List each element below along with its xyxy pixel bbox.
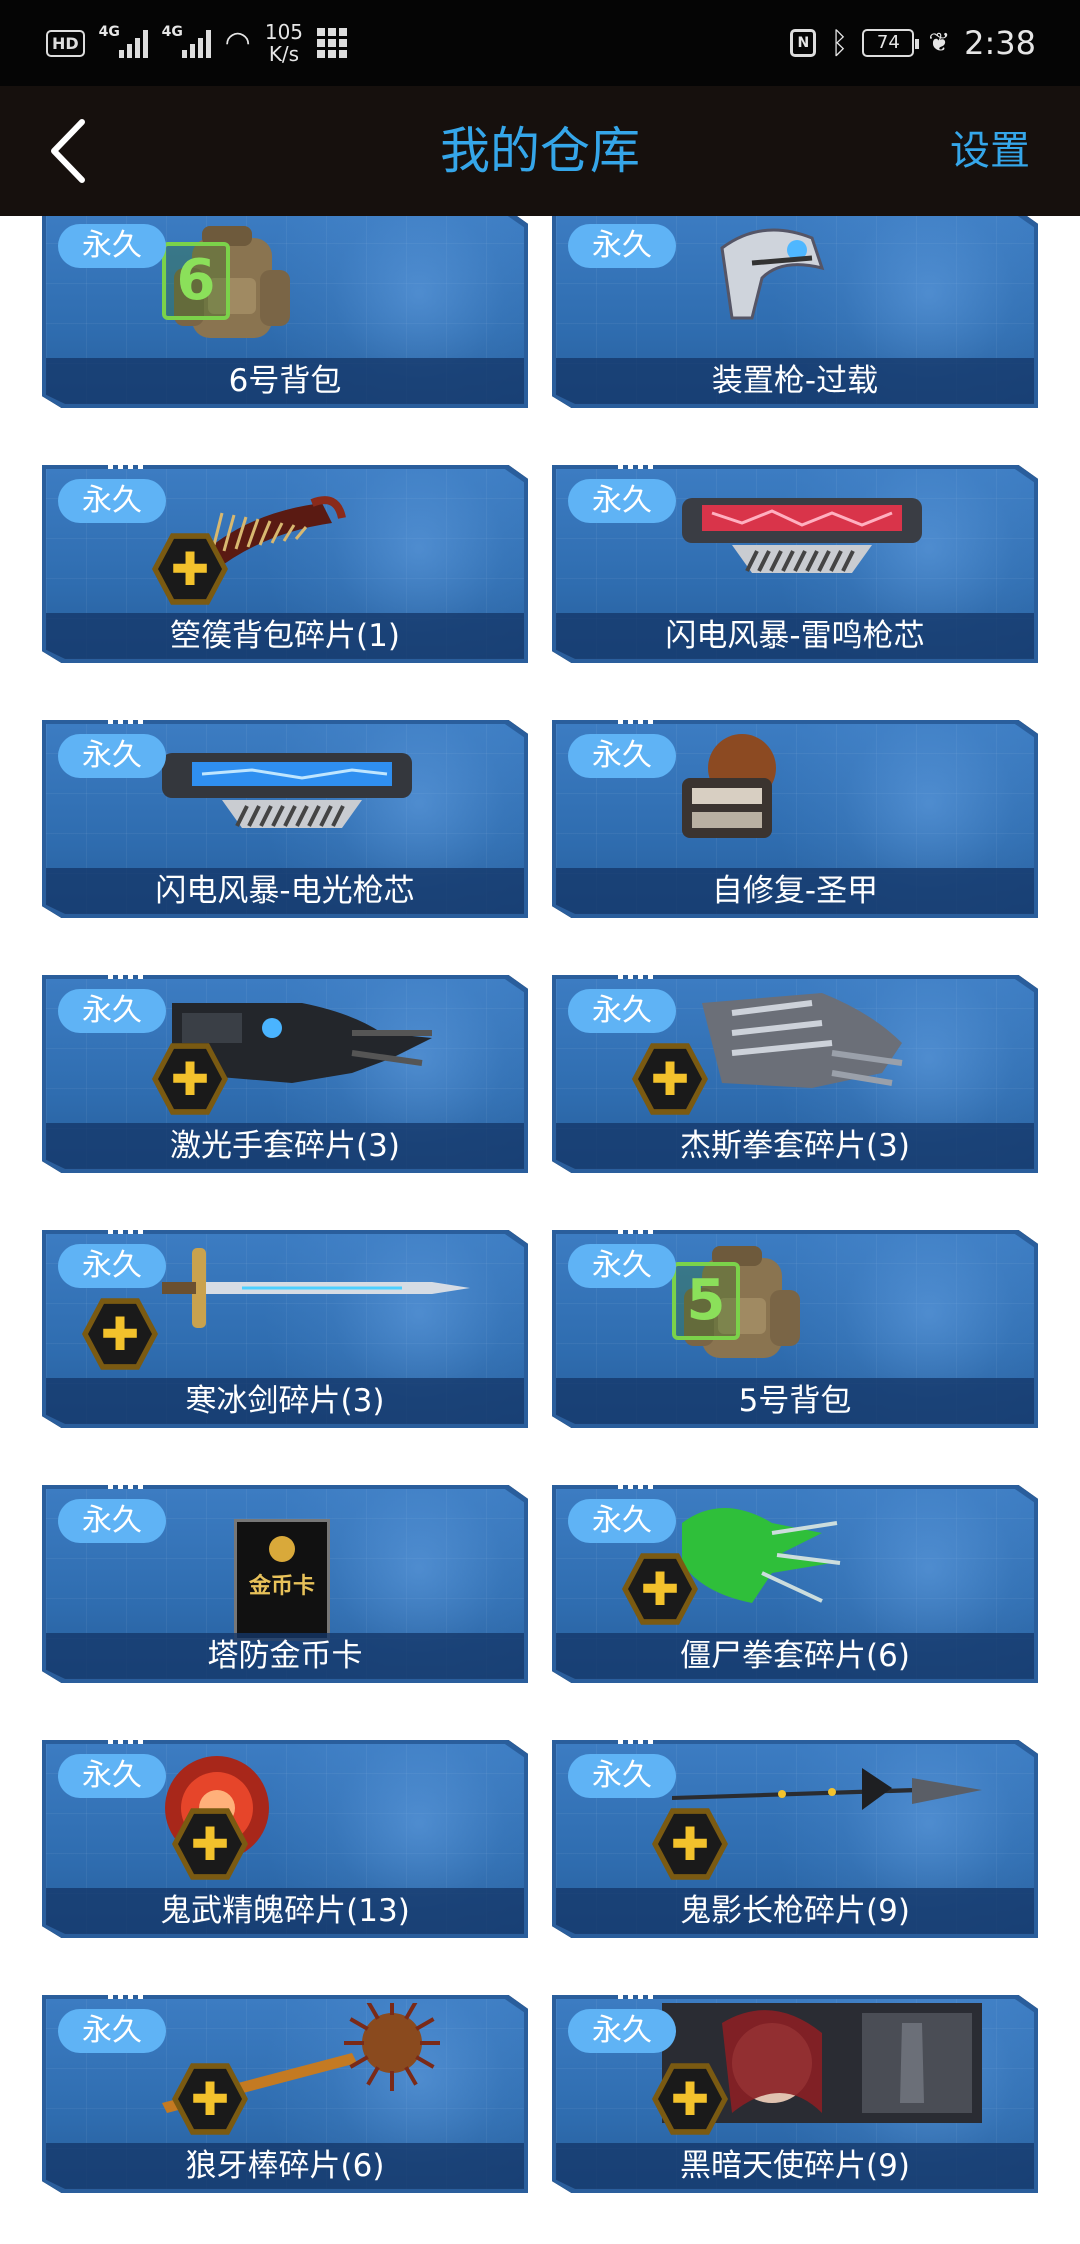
warehouse-item-grid: 6永久6号背包永久装置枪-过载永久箜篌背包碎片(1)永久闪电风暴-雷鸣枪芯永久闪… <box>0 216 1080 2244</box>
item-name: 5号背包 <box>556 1378 1034 1424</box>
gun-core-red-image <box>662 473 942 587</box>
permanent-badge: 永久 <box>568 479 676 523</box>
item-name: 杰斯拳套碎片(3) <box>556 1123 1034 1169</box>
apps-icon <box>317 28 348 58</box>
item-name: 寒冰剑碎片(3) <box>46 1378 524 1424</box>
signal-icon: 4G <box>162 24 211 58</box>
nfc-icon: N <box>790 29 817 57</box>
hd-icon: HD <box>46 29 85 57</box>
item-card[interactable]: 永久鬼武精魄碎片(13) <box>42 1728 528 1938</box>
card-tick-marks <box>108 1473 143 1489</box>
network-type-label: 4G <box>161 24 183 40</box>
settings-button[interactable]: 设置 <box>950 86 1030 216</box>
card-tick-marks <box>618 1473 653 1489</box>
item-card[interactable]: 永久杰斯拳套碎片(3) <box>552 963 1038 1173</box>
permanent-badge: 永久 <box>568 989 676 1033</box>
card-tick-marks <box>108 708 143 724</box>
network-speed: 105 K/s <box>265 21 303 65</box>
item-name: 自修复-圣甲 <box>556 868 1034 914</box>
item-name: 激光手套碎片(3) <box>46 1123 524 1169</box>
item-card[interactable]: 永久寒冰剑碎片(3) <box>42 1218 528 1428</box>
network-type-label: 4G <box>98 24 120 40</box>
page-title: 我的仓库 <box>440 122 640 180</box>
card-tick-marks <box>108 1728 143 1744</box>
item-card[interactable]: 永久鬼影长枪碎片(9) <box>552 1728 1038 1938</box>
app-header: 我的仓库 设置 <box>0 86 1080 216</box>
card-tick-marks <box>618 1218 653 1234</box>
card-tick-marks <box>108 1218 143 1234</box>
armor-image <box>662 728 802 852</box>
permanent-badge: 永久 <box>568 1244 676 1288</box>
permanent-badge: 永久 <box>568 2009 676 2053</box>
item-card[interactable]: 6 永久 6号背包 <box>42 216 528 408</box>
item-name: 僵尸拳套碎片(6) <box>556 1633 1034 1679</box>
status-left: HD 4G 4G ◠ 105 K/s <box>46 18 348 68</box>
item-card[interactable]: 永久闪电风暴-电光枪芯 <box>42 708 528 918</box>
status-right: N ᛒ 74 ❦ 2:38 <box>790 18 1036 68</box>
permanent-badge: 永久 <box>58 734 166 778</box>
speed-value: 105 <box>264 20 304 44</box>
permanent-badge: 永久 <box>58 1754 166 1798</box>
permanent-badge: 永久 <box>58 2009 166 2053</box>
item-name: 闪电风暴-雷鸣枪芯 <box>556 613 1034 659</box>
card-tick-marks <box>618 963 653 979</box>
item-card[interactable]: 永久僵尸拳套碎片(6) <box>552 1473 1038 1683</box>
wifi-icon: ◠ <box>224 25 251 60</box>
number-badge: 6 <box>162 242 230 320</box>
item-card[interactable]: 永久激光手套碎片(3) <box>42 963 528 1173</box>
card-tick-marks <box>618 708 653 724</box>
status-bar: HD 4G 4G ◠ 105 K/s N ᛒ 74 ❦ 2:38 <box>0 0 1080 86</box>
item-card[interactable]: 永久装置枪-过载 <box>552 216 1038 408</box>
power-saving-icon: ❦ <box>928 28 951 58</box>
item-card[interactable]: 金币卡 永久塔防金币卡 <box>42 1473 528 1683</box>
item-card[interactable]: 永久狼牙棒碎片(6) <box>42 1983 528 2193</box>
permanent-badge: 永久 <box>568 734 676 778</box>
item-card[interactable]: 永久黑暗天使碎片(9) <box>552 1983 1038 2193</box>
sword-image <box>152 1238 472 1342</box>
card-tick-marks <box>618 1728 653 1744</box>
permanent-badge: 永久 <box>58 989 166 1033</box>
gun-core-blue-image <box>152 728 432 842</box>
permanent-badge: 永久 <box>568 1499 676 1543</box>
number-badge: 5 <box>672 1262 740 1340</box>
item-name: 装置枪-过载 <box>556 358 1034 404</box>
speed-unit: K/s <box>268 42 300 66</box>
item-name: 鬼影长枪碎片(9) <box>556 1888 1034 1934</box>
coin-card-text: 金币卡 <box>248 1574 315 1599</box>
item-name: 箜篌背包碎片(1) <box>46 613 524 659</box>
coin-card-image: 金币卡 <box>234 1519 330 1641</box>
battery-icon: 74 <box>862 29 920 57</box>
item-name: 狼牙棒碎片(6) <box>46 2143 524 2189</box>
clock: 2:38 <box>964 24 1036 62</box>
item-name: 塔防金币卡 <box>46 1633 524 1679</box>
item-card[interactable]: 永久箜篌背包碎片(1) <box>42 453 528 663</box>
permanent-badge: 永久 <box>58 1499 166 1543</box>
card-tick-marks <box>618 1983 653 1999</box>
item-name: 黑暗天使碎片(9) <box>556 2143 1034 2189</box>
card-tick-marks <box>108 963 143 979</box>
permanent-badge: 永久 <box>58 224 166 268</box>
device-gun-image <box>662 218 862 342</box>
item-name: 闪电风暴-电光枪芯 <box>46 868 524 914</box>
item-card[interactable]: 永久自修复-圣甲 <box>552 708 1038 918</box>
bluetooth-icon: ᛒ <box>830 25 849 61</box>
item-card[interactable]: 5 永久 5号背包 <box>552 1218 1038 1428</box>
item-name: 鬼武精魄碎片(13) <box>46 1888 524 1934</box>
card-tick-marks <box>618 453 653 469</box>
permanent-badge: 永久 <box>58 1244 166 1288</box>
signal-icon: 4G <box>99 24 148 58</box>
item-name: 6号背包 <box>46 358 524 404</box>
permanent-badge: 永久 <box>58 479 166 523</box>
permanent-badge: 永久 <box>568 224 676 268</box>
card-tick-marks <box>108 1983 143 1999</box>
item-card[interactable]: 永久闪电风暴-雷鸣枪芯 <box>552 453 1038 663</box>
permanent-badge: 永久 <box>568 1754 676 1798</box>
card-tick-marks <box>108 453 143 469</box>
